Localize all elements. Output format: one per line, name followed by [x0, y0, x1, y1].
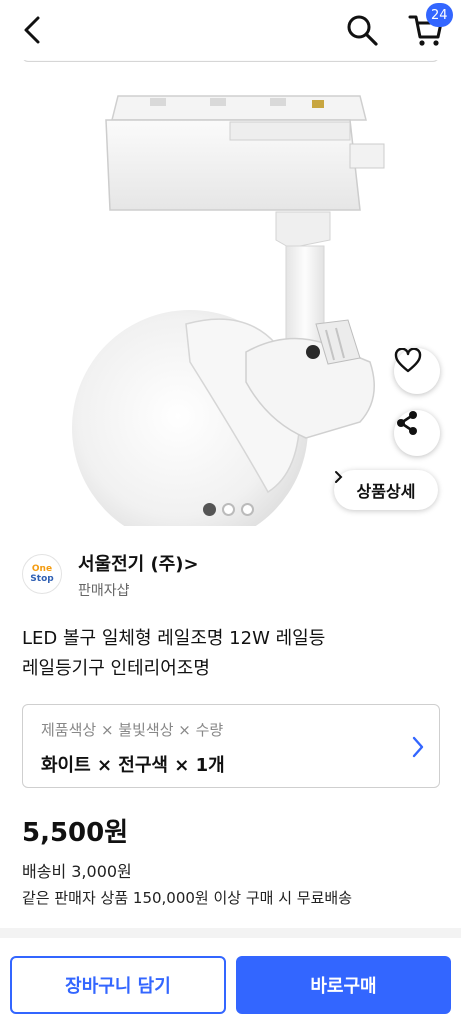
back-button[interactable]	[12, 10, 52, 50]
add-to-cart-button[interactable]: 장바구니 담기	[10, 956, 226, 1014]
carousel-dots	[203, 503, 254, 516]
chevron-right-icon	[335, 471, 343, 483]
wishlist-button[interactable]	[394, 348, 440, 394]
chevron-left-icon	[24, 16, 40, 44]
product-title-line: LED 볼구 일체형 레일조명 12W 레일등	[22, 628, 326, 649]
cart-count-badge: 24	[426, 3, 453, 27]
share-button[interactable]	[394, 410, 440, 456]
share-icon	[397, 411, 417, 435]
section-divider	[0, 928, 461, 938]
seller-name-link[interactable]: 서울전기 (주)>	[78, 550, 199, 576]
seller-type: 판매자샵	[78, 583, 130, 599]
carousel-dot[interactable]	[222, 503, 235, 516]
heart-icon	[394, 348, 422, 373]
seller-logo: One Stop	[22, 554, 62, 594]
top-app-bar: 24	[0, 0, 461, 60]
product-detail-label: 상품상세	[356, 482, 416, 501]
option-value: 화이트 × 전구색 × 1개	[41, 755, 225, 776]
search-button[interactable]	[342, 10, 382, 50]
carousel-dot[interactable]	[241, 503, 254, 516]
bottom-action-bar: 장바구니 담기 바로구매	[0, 944, 461, 1024]
price: 5,500원	[22, 818, 129, 848]
option-selector[interactable]: 제품색상 × 불빛색상 × 수량 화이트 × 전구색 × 1개	[22, 704, 440, 788]
product-detail-button[interactable]: 상품상세	[334, 470, 438, 510]
carousel-dot[interactable]	[203, 503, 216, 516]
product-image	[72, 95, 385, 526]
buy-now-button[interactable]: 바로구매	[236, 956, 451, 1014]
seller-info[interactable]: One Stop 서울전기 (주)> 판매자샵	[22, 550, 442, 602]
free-shipping-note: 같은 판매자 상품 150,000원 이상 구매 시 무료배송	[22, 889, 353, 907]
chevron-right-icon	[412, 736, 424, 758]
option-label: 제품색상 × 불빛색상 × 수량	[41, 721, 224, 739]
product-title-line: 레일등기구 인테리어조명	[22, 658, 210, 679]
search-icon	[347, 15, 378, 46]
product-image-carousel[interactable]: 상품상세	[0, 62, 461, 526]
shipping-fee: 배송비 3,000원	[22, 862, 132, 881]
product-title: LED 볼구 일체형 레일조명 12W 레일등 레일등기구 인테리어조명	[22, 624, 442, 684]
